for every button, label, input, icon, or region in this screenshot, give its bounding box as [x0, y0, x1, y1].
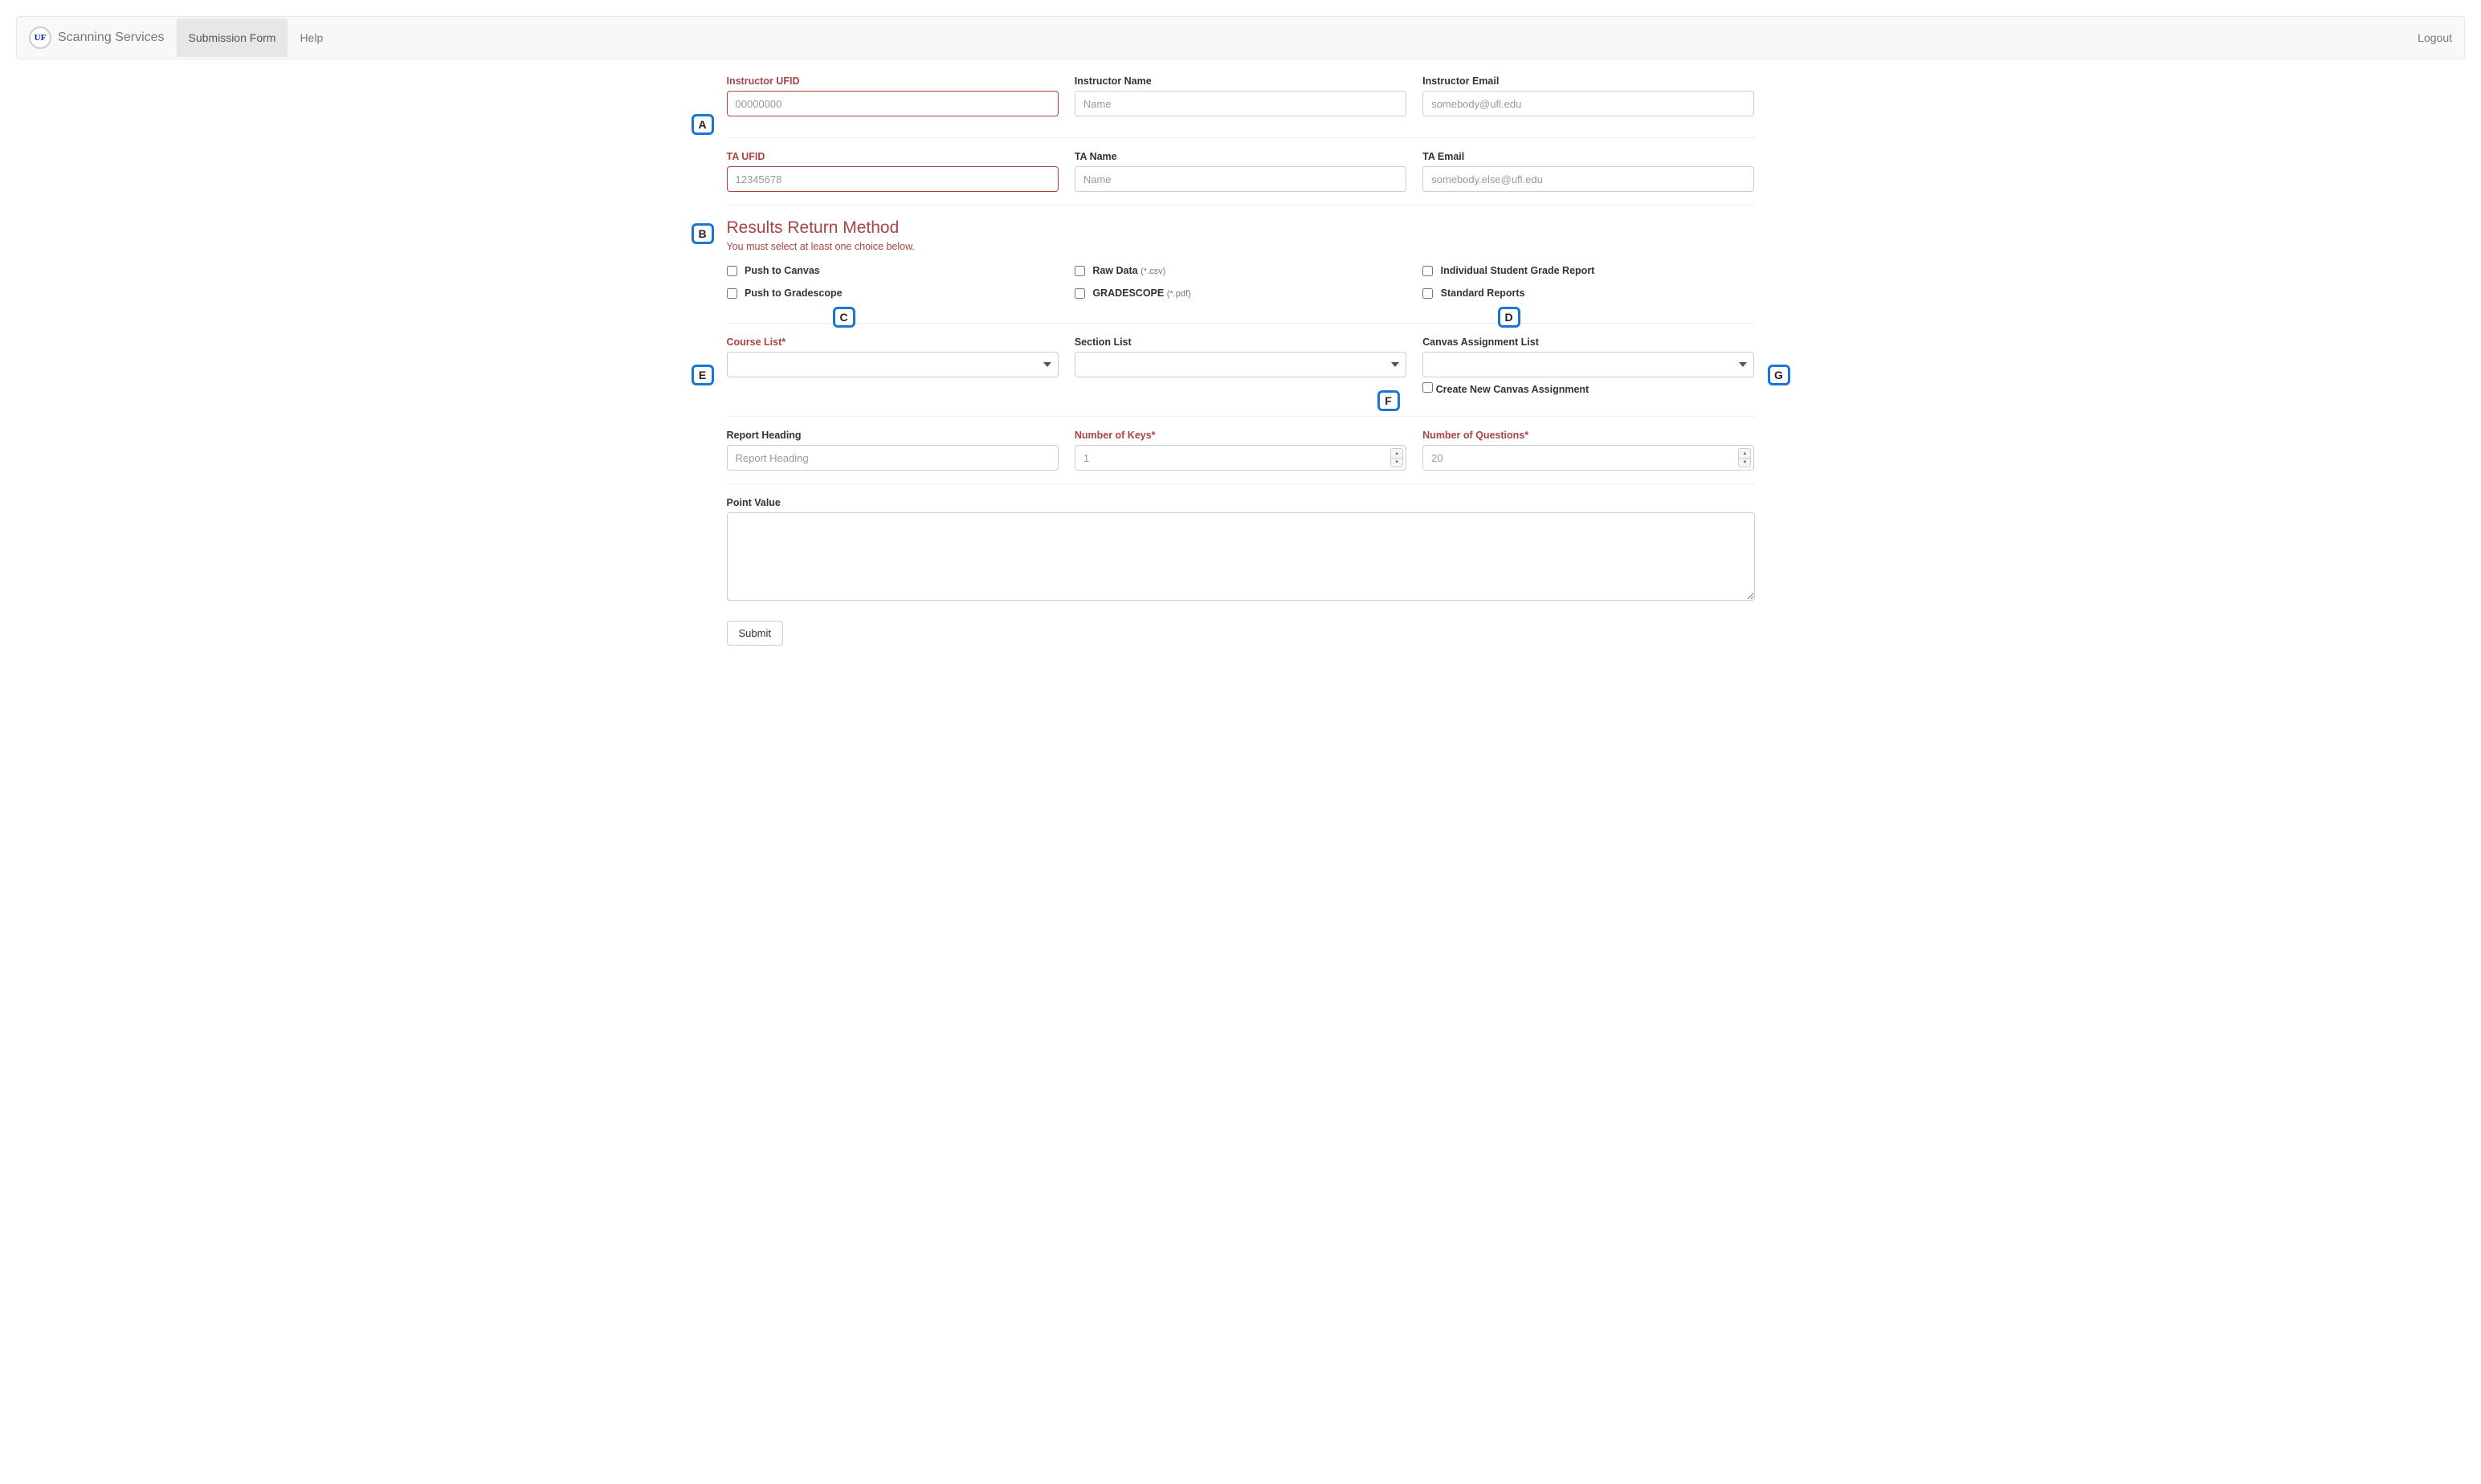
- standard-reports-checkbox[interactable]: [1422, 288, 1433, 299]
- instructor-name-input[interactable]: [1075, 91, 1406, 116]
- number-keys-input[interactable]: [1075, 445, 1406, 471]
- report-row: Report Heading Number of Keys* ▲▼ Number…: [727, 430, 1755, 484]
- instructor-row: Instructor UFID Instructor Name Instruct…: [727, 75, 1755, 124]
- divider: [727, 323, 1755, 324]
- raw-data-checkbox[interactable]: [1075, 266, 1085, 276]
- chevron-down-icon[interactable]: ▼: [1391, 459, 1402, 467]
- nav-logout[interactable]: Logout: [2406, 18, 2464, 57]
- raw-data-label: Raw Data: [1092, 265, 1137, 276]
- ta-email-input[interactable]: [1422, 166, 1754, 192]
- ta-name-input[interactable]: [1075, 166, 1406, 192]
- standard-reports-label: Standard Reports: [1441, 287, 1525, 299]
- individual-report-checkbox[interactable]: [1422, 266, 1433, 276]
- uf-logo-icon: UF: [29, 26, 51, 49]
- marker-f: F: [1377, 390, 1400, 411]
- nav-submission-form[interactable]: Submission Form: [177, 18, 288, 57]
- divider: [727, 416, 1755, 417]
- marker-d: D: [1498, 307, 1520, 328]
- course-list-label: Course List*: [727, 336, 1059, 348]
- nav-help[interactable]: Help: [288, 18, 335, 57]
- marker-a: A: [692, 114, 714, 135]
- submit-button[interactable]: Submit: [727, 621, 783, 646]
- raw-data-hint: (*.csv): [1141, 267, 1165, 276]
- number-questions-label: Number of Questions*: [1422, 430, 1754, 441]
- push-canvas-label: Push to Canvas: [745, 265, 820, 276]
- lists-row: Course List* Section List Canvas Assignm…: [727, 336, 1755, 403]
- point-value-label: Point Value: [727, 497, 1755, 508]
- instructor-email-input[interactable]: [1422, 91, 1754, 116]
- brand-text: Scanning Services: [58, 31, 165, 45]
- push-gradescope-label: Push to Gradescope: [745, 287, 843, 299]
- number-questions-stepper[interactable]: ▲▼: [1738, 448, 1751, 467]
- canvas-list-select[interactable]: [1422, 352, 1754, 377]
- ta-ufid-input[interactable]: [727, 166, 1059, 192]
- section-list-select[interactable]: [1075, 352, 1406, 377]
- form-container: Instructor UFID Instructor Name Instruct…: [727, 75, 1755, 646]
- report-heading-label: Report Heading: [727, 430, 1059, 441]
- ta-row: TA UFID TA Name TA Email: [727, 151, 1755, 206]
- canvas-list-label: Canvas Assignment List: [1422, 336, 1754, 348]
- gradescope-label: GRADESCOPE: [1092, 287, 1164, 299]
- instructor-ufid-label: Instructor UFID: [727, 75, 1059, 87]
- number-keys-stepper[interactable]: ▲▼: [1390, 448, 1403, 467]
- gradescope-hint: (*.pdf): [1167, 289, 1191, 299]
- divider: [727, 137, 1755, 138]
- report-heading-input[interactable]: [727, 445, 1059, 471]
- create-new-canvas-checkbox[interactable]: [1422, 382, 1433, 393]
- chevron-up-icon[interactable]: ▲: [1739, 449, 1750, 459]
- marker-e: E: [692, 365, 714, 385]
- results-options: Push to Canvas Push to Gradescope Raw Da…: [727, 265, 1755, 310]
- number-questions-input[interactable]: [1422, 445, 1754, 471]
- marker-c: C: [833, 307, 855, 328]
- chevron-up-icon[interactable]: ▲: [1391, 449, 1402, 459]
- results-sub: You must select at least one choice belo…: [727, 241, 1755, 252]
- navbar: UF Scanning Services Submission Form Hel…: [16, 16, 2465, 59]
- ta-ufid-label: TA UFID: [727, 151, 1059, 162]
- marker-g: G: [1768, 365, 1790, 385]
- chevron-down-icon[interactable]: ▼: [1739, 459, 1750, 467]
- results-heading: Results Return Method: [727, 218, 1755, 238]
- individual-report-label: Individual Student Grade Report: [1441, 265, 1595, 276]
- number-keys-label: Number of Keys*: [1075, 430, 1406, 441]
- point-value-row: Point Value: [727, 497, 1755, 611]
- push-canvas-checkbox[interactable]: [727, 266, 737, 276]
- ta-email-label: TA Email: [1422, 151, 1754, 162]
- section-list-label: Section List: [1075, 336, 1406, 348]
- navbar-brand[interactable]: UF Scanning Services: [17, 17, 177, 59]
- marker-b: B: [692, 223, 714, 244]
- push-gradescope-checkbox[interactable]: [727, 288, 737, 299]
- instructor-name-label: Instructor Name: [1075, 75, 1406, 87]
- create-new-canvas-label: Create New Canvas Assignment: [1436, 384, 1589, 395]
- gradescope-checkbox[interactable]: [1075, 288, 1085, 299]
- point-value-textarea[interactable]: [727, 512, 1755, 601]
- instructor-email-label: Instructor Email: [1422, 75, 1754, 87]
- course-list-select[interactable]: [727, 352, 1059, 377]
- ta-name-label: TA Name: [1075, 151, 1406, 162]
- instructor-ufid-input[interactable]: [727, 91, 1059, 116]
